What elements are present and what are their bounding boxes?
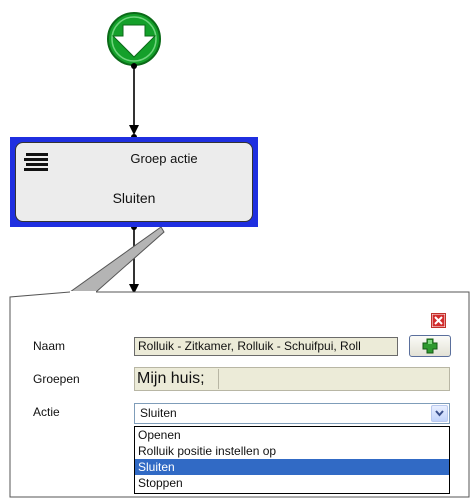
actie-selected-value: Sluiten <box>140 406 177 420</box>
close-button[interactable] <box>431 313 446 328</box>
option-stoppen[interactable]: Stoppen <box>135 475 449 491</box>
node-title: Groep actie <box>130 151 198 166</box>
chevron-down-icon <box>435 410 444 417</box>
actie-label: Actie <box>33 405 60 419</box>
dropdown-button[interactable] <box>431 405 448 422</box>
groepen-label: Groepen <box>33 372 80 386</box>
naam-label: Naam <box>33 339 66 353</box>
red-x-icon <box>432 314 445 327</box>
add-button[interactable] <box>409 335 451 357</box>
option-openen[interactable]: Openen <box>135 427 449 443</box>
option-sluiten[interactable]: Sluiten <box>135 459 449 475</box>
naam-field[interactable]: Rolluik - Zitkamer, Rolluik - Schuifpui,… <box>134 337 398 356</box>
actie-dropdown-list: Openen Rolluik positie instellen op Slui… <box>134 426 450 494</box>
node-body: Groep actie Sluiten <box>15 142 253 222</box>
group-action-node[interactable]: Groep actie Sluiten <box>10 137 258 227</box>
groepen-divider <box>218 369 219 389</box>
green-plus-icon <box>422 338 438 354</box>
node-value: Sluiten <box>112 190 156 206</box>
actie-select[interactable]: Sluiten <box>134 403 450 424</box>
start-node[interactable] <box>107 12 161 66</box>
groepen-field[interactable]: Mijn huis; <box>134 367 450 391</box>
option-rolluik-positie[interactable]: Rolluik positie instellen op <box>135 443 449 459</box>
